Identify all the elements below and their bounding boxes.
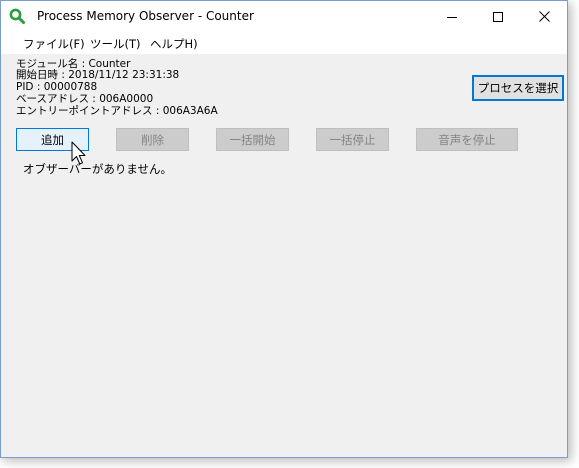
delete-button[interactable]: 削除	[116, 128, 189, 151]
maximize-icon	[493, 11, 503, 22]
minimize-button[interactable]	[429, 1, 475, 32]
process-id: PID : 00000788	[16, 81, 98, 93]
title-bar[interactable]: Process Memory Observer - Counter	[1, 1, 567, 32]
base-address: ベースアドレス : 006A0000	[16, 93, 154, 105]
app-window: Process Memory Observer - Counter ファイル(F…	[0, 0, 568, 458]
stop-sound-button[interactable]: 音声を停止	[416, 128, 518, 151]
menu-help[interactable]: ヘルプH)	[150, 36, 198, 52]
start-time: 開始日時 : 2018/11/12 23:31:38	[16, 69, 180, 81]
close-button[interactable]	[521, 1, 567, 32]
minimize-icon	[447, 16, 457, 18]
stop-all-button[interactable]: 一括停止	[316, 128, 389, 151]
start-all-button[interactable]: 一括開始	[216, 128, 289, 151]
magnifier-icon	[9, 8, 25, 24]
window-title: Process Memory Observer - Counter	[37, 9, 254, 23]
entry-point-address: エントリーポイントアドレス : 006A3A6A	[16, 105, 218, 117]
menu-bar: ファイル(F) ツール(T) ヘルプH)	[1, 32, 567, 54]
select-process-button[interactable]: プロセスを選択	[472, 75, 564, 101]
menu-tools[interactable]: ツール(T)	[90, 36, 141, 52]
maximize-button[interactable]	[475, 1, 521, 32]
close-icon	[538, 11, 550, 22]
mouse-pointer-icon	[71, 141, 86, 165]
empty-observers-message: オブザーバーがありません。	[23, 162, 173, 176]
menu-file[interactable]: ファイル(F)	[23, 36, 85, 52]
